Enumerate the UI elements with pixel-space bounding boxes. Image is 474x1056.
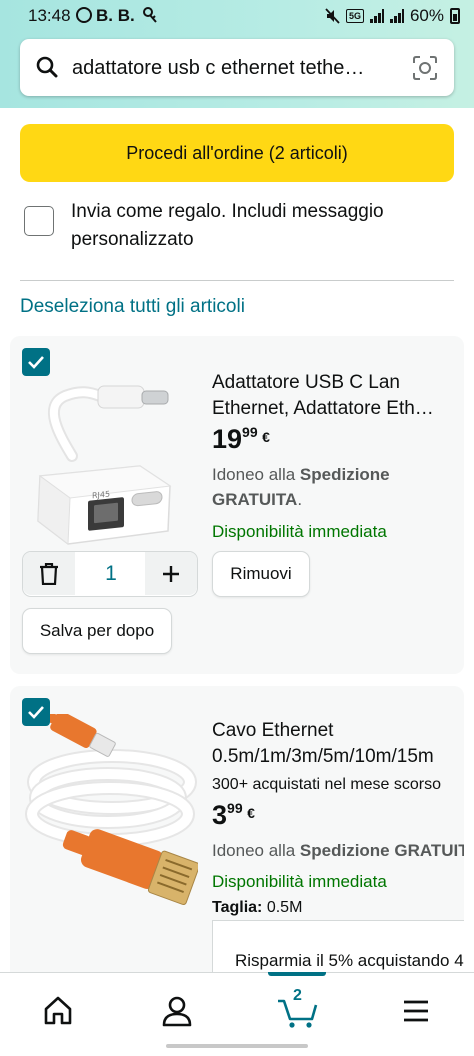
item-price: 399 €: [212, 800, 255, 831]
divider: [20, 280, 454, 281]
nav-account[interactable]: [157, 991, 197, 1031]
status-time: 13:48: [28, 6, 71, 25]
item-price: 1999 €: [212, 424, 270, 455]
item-title[interactable]: Adattatore USB C Lan Ethernet, Adattator…: [212, 370, 434, 422]
delete-button[interactable]: [23, 552, 75, 595]
network-badge: 5G: [345, 9, 364, 23]
item-title-line1[interactable]: Adattatore USB C Lan: [212, 370, 434, 396]
size-info: Taglia: 0.5M: [212, 899, 302, 917]
cart-item: RJ45 Adattatore USB C Lan Ethernet, Adat…: [10, 336, 464, 674]
shipping-free: GRATUITA: [212, 490, 298, 509]
shipping-tail: .: [297, 490, 303, 509]
search-icon[interactable]: [36, 56, 58, 78]
price-currency: €: [262, 429, 270, 445]
price-cents: 99: [242, 424, 258, 440]
check-icon: [28, 356, 44, 369]
product-image-usb-adapter[interactable]: RJ45: [20, 356, 180, 546]
remove-button[interactable]: Rimuovi: [212, 551, 310, 597]
check-icon: [28, 706, 44, 719]
availability: Disponibilità immediata: [212, 872, 387, 891]
menu-icon[interactable]: [396, 991, 436, 1031]
gift-label: Invia come regalo. Includi messaggio per…: [71, 201, 384, 250]
price-whole: 19: [212, 424, 243, 454]
size-value: 0.5M: [266, 899, 303, 916]
availability: Disponibilità immediata: [212, 522, 387, 541]
save-for-later-button[interactable]: Salva per dopo: [22, 608, 172, 654]
product-image-ethernet-cable[interactable]: [20, 714, 198, 914]
signal-icon-2: [389, 9, 404, 23]
increase-quantity-button[interactable]: [145, 552, 197, 595]
shipping-bold: Spedizione GRATUITA: [299, 841, 464, 860]
gift-option[interactable]: Invia come regalo. Includi messaggio per…: [20, 196, 454, 256]
search-input[interactable]: adattatore usb c ethernet tethe…: [72, 57, 402, 80]
bought-count: 300+ acquistati nel mese scorso: [212, 776, 442, 793]
whatsapp-icon: [76, 7, 92, 23]
quantity-stepper[interactable]: 1: [22, 551, 198, 597]
item-title-line2[interactable]: 0.5m/1m/3m/5m/10m/15m: [212, 744, 434, 770]
status-right: 5G 60%: [324, 6, 460, 26]
active-tab-indicator: [268, 972, 326, 976]
shipping-bold: Spedizione: [299, 465, 390, 484]
key-icon: [143, 7, 157, 23]
plus-icon: [163, 566, 179, 582]
cart-item: Cavo Ethernet 0.5m/1m/3m/5m/10m/15m 300+…: [10, 686, 464, 986]
item-title[interactable]: Cavo Ethernet 0.5m/1m/3m/5m/10m/15m: [212, 718, 434, 770]
home-icon[interactable]: [38, 991, 78, 1031]
gesture-bar[interactable]: [166, 1044, 308, 1048]
gift-checkbox[interactable]: [24, 206, 54, 236]
nav-menu[interactable]: [396, 991, 436, 1031]
save-offer-text[interactable]: Risparmia il 5% acquistando 4: [235, 951, 464, 971]
camera-scan-icon[interactable]: [412, 55, 438, 81]
battery-icon: [450, 8, 460, 24]
account-icon[interactable]: [157, 991, 197, 1031]
quantity-value[interactable]: 1: [75, 552, 147, 595]
shipping-info: Idoneo alla Spedizione GRATUITA.: [212, 462, 390, 512]
price-cents: 99: [227, 800, 243, 816]
status-notification-text: B. B.: [96, 6, 135, 25]
signal-icon: [369, 9, 384, 23]
checkout-button[interactable]: Procedi all'ordine (2 articoli): [20, 124, 454, 182]
size-label: Taglia:: [212, 899, 263, 916]
deselect-all-link[interactable]: Deseleziona tutti gli articoli: [20, 296, 245, 318]
price-currency: €: [247, 805, 255, 821]
trash-icon: [40, 563, 58, 585]
nav-cart[interactable]: 2: [276, 987, 320, 1031]
mute-icon: [325, 8, 340, 24]
search-bar[interactable]: adattatore usb c ethernet tethe…: [20, 39, 454, 96]
cart-count: 2: [293, 987, 302, 1004]
nav-home[interactable]: [38, 991, 78, 1031]
item-checkbox-checked[interactable]: [22, 698, 50, 726]
header: 13:48 B. B. 5G 60% adattatore usb c ethe…: [0, 0, 474, 108]
shipping-prefix: Idoneo alla: [212, 465, 300, 484]
rj45-label: RJ45: [92, 490, 110, 501]
price-whole: 3: [212, 800, 228, 830]
item-title-line1[interactable]: Cavo Ethernet: [212, 718, 434, 744]
status-bar: 13:48 B. B. 5G 60%: [0, 0, 474, 34]
shipping-info: Idoneo alla Spedizione GRATUITA: [212, 838, 464, 863]
item-title-line2[interactable]: Ethernet, Adattatore Eth…: [212, 396, 434, 422]
item-checkbox-checked[interactable]: [22, 348, 50, 376]
battery-percent: 60%: [409, 6, 444, 25]
shipping-prefix: Idoneo alla: [212, 841, 300, 860]
